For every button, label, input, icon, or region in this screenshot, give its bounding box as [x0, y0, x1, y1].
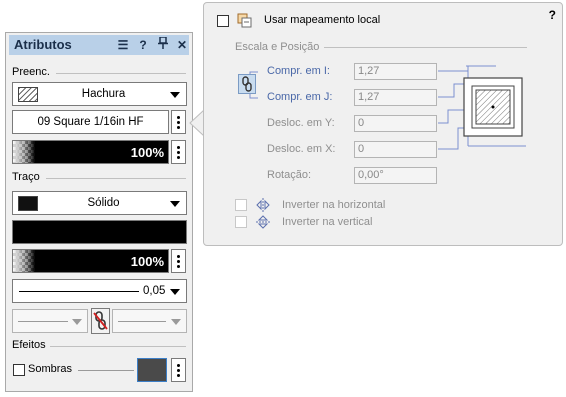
fill-divider: [56, 73, 186, 74]
stroke-color-swatch[interactable]: [12, 220, 187, 244]
shadows-divider: [78, 370, 134, 371]
link-arrowheads-button[interactable]: [91, 308, 110, 334]
chain-link-icon: [93, 311, 108, 330]
hatch-name-value: 09 Square 1/16in HF: [37, 116, 144, 128]
transparency-checker: [13, 250, 35, 272]
length-j-field[interactable]: 1,27: [354, 89, 437, 106]
flip-horizontal-checkbox[interactable]: [235, 199, 247, 211]
line-sample: [19, 291, 139, 292]
chevron-down-icon: [170, 201, 180, 207]
menu-icon[interactable]: ☰: [115, 37, 131, 53]
stroke-section-label: Traço: [12, 171, 40, 183]
texture-mapping-popover: ? Usar mapeamento local Escala e Posição…: [203, 2, 563, 246]
length-i-label: Compr. em I:: [267, 65, 330, 77]
fill-opacity-options-button[interactable]: [171, 140, 186, 164]
stroke-style-dropdown[interactable]: Sólido: [12, 191, 187, 215]
shadow-options-button[interactable]: [171, 358, 186, 382]
offset-y-field[interactable]: 0: [354, 115, 437, 132]
scale-position-label: Escala e Posição: [235, 41, 320, 53]
fill-opacity-slider[interactable]: 100%: [12, 140, 169, 164]
link-ij-button[interactable]: [238, 74, 256, 94]
line-thickness-dropdown[interactable]: 0,05: [12, 279, 187, 303]
hatch-options-button[interactable]: [171, 110, 186, 134]
flip-horizontal-label: Inverter na horizontal: [282, 199, 386, 211]
local-mapping-icon: [237, 13, 252, 28]
line-sample: [118, 321, 166, 322]
close-icon[interactable]: ✕: [174, 37, 190, 53]
fill-section-label: Preenc.: [12, 66, 50, 78]
offset-y-label: Desloc. em Y:: [267, 117, 335, 129]
line-sample: [18, 321, 68, 322]
shadows-checkbox[interactable]: [13, 364, 25, 376]
palette-title-bar[interactable]: Atributos ☰ ? ✕: [9, 35, 189, 55]
rotation-label: Rotação:: [267, 169, 312, 181]
chevron-down-icon: [170, 289, 180, 295]
hatch-name-field[interactable]: 09 Square 1/16in HF: [12, 110, 169, 134]
popover-help-button[interactable]: ?: [549, 8, 556, 22]
length-i-field[interactable]: 1,27: [354, 63, 437, 80]
use-local-mapping-label: Usar mapeamento local: [264, 14, 381, 26]
help-icon[interactable]: ?: [135, 37, 151, 53]
offset-x-field[interactable]: 0: [354, 141, 437, 158]
flip-vertical-icon: [256, 215, 270, 229]
transparency-checker: [13, 141, 35, 163]
stroke-opacity-options-button[interactable]: [171, 249, 186, 273]
chevron-down-icon: [72, 319, 82, 325]
hatch-swatch-icon: [18, 87, 38, 102]
fill-style-dropdown[interactable]: Hachura: [12, 82, 187, 106]
flip-vertical-checkbox[interactable]: [235, 216, 247, 228]
use-local-mapping-checkbox[interactable]: [217, 15, 229, 27]
stroke-divider: [46, 178, 186, 179]
stroke-style-value: Sólido: [87, 197, 120, 209]
line-thickness-value: 0,05: [143, 285, 166, 297]
flip-horizontal-icon: [256, 198, 270, 212]
shadows-label: Sombras: [28, 363, 73, 375]
end-arrowhead-dropdown[interactable]: [112, 309, 187, 333]
rotation-field[interactable]: 0,00°: [354, 167, 437, 184]
length-j-label: Compr. em J:: [267, 91, 333, 103]
effects-section-label: Efeitos: [12, 339, 46, 351]
effects-divider: [50, 346, 186, 347]
offset-x-label: Desloc. em X:: [267, 143, 336, 155]
pin-icon[interactable]: [155, 36, 171, 53]
chevron-down-icon: [170, 92, 180, 98]
chevron-down-icon: [171, 319, 181, 325]
palette-title: Atributos: [14, 37, 72, 52]
fill-opacity-value: 100%: [130, 144, 164, 160]
scale-position-divider: [324, 47, 527, 48]
stroke-opacity-slider[interactable]: 100%: [12, 249, 169, 273]
start-arrowhead-dropdown[interactable]: [12, 309, 88, 333]
fill-style-value: Hachura: [81, 88, 126, 100]
attributes-palette: Atributos ☰ ? ✕ Preenc. Hachura 09 Squar…: [5, 32, 193, 392]
shadow-color-swatch[interactable]: [137, 358, 167, 382]
stroke-opacity-value: 100%: [130, 253, 164, 269]
chain-link-icon: [242, 76, 252, 92]
solid-swatch-icon: [18, 196, 38, 211]
flip-vertical-label: Inverter na vertical: [282, 216, 373, 228]
mapping-diagram: [438, 65, 526, 150]
